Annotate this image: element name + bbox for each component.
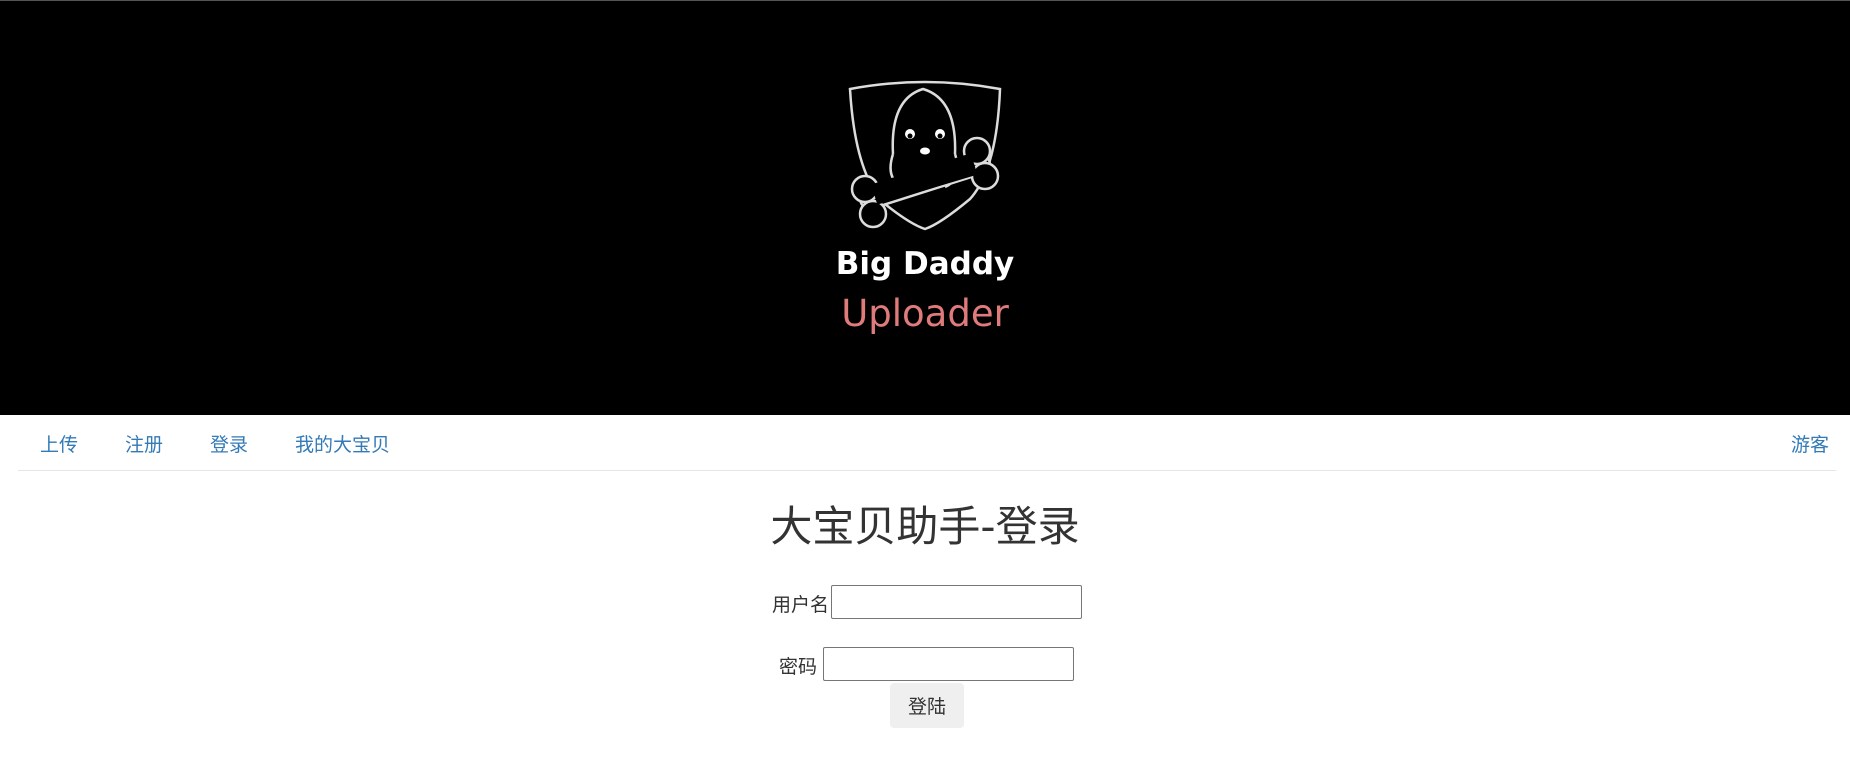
- page-title: 大宝贝助手-登录: [770, 502, 1080, 551]
- dog-with-bone-shield-icon: [848, 80, 1002, 231]
- logo-title: Big Daddy: [835, 246, 1015, 282]
- header-banner: Big Daddy Uploader: [0, 0, 1850, 415]
- username-input[interactable]: [831, 585, 1082, 619]
- nav-register[interactable]: 注册: [125, 430, 163, 457]
- logo-subtitle: Uploader: [841, 292, 1009, 335]
- username-label: 用户名: [772, 594, 830, 616]
- nav-user-guest[interactable]: 游客: [1791, 430, 1829, 457]
- nav-my-babies[interactable]: 我的大宝贝: [295, 430, 390, 457]
- password-label: 密码: [779, 656, 818, 678]
- nav-login[interactable]: 登录: [210, 430, 248, 457]
- password-input[interactable]: [823, 647, 1074, 681]
- nav-upload[interactable]: 上传: [40, 430, 78, 457]
- login-button[interactable]: 登陆: [890, 683, 964, 728]
- top-navbar: 上传 注册 登录 我的大宝贝 游客: [18, 415, 1836, 471]
